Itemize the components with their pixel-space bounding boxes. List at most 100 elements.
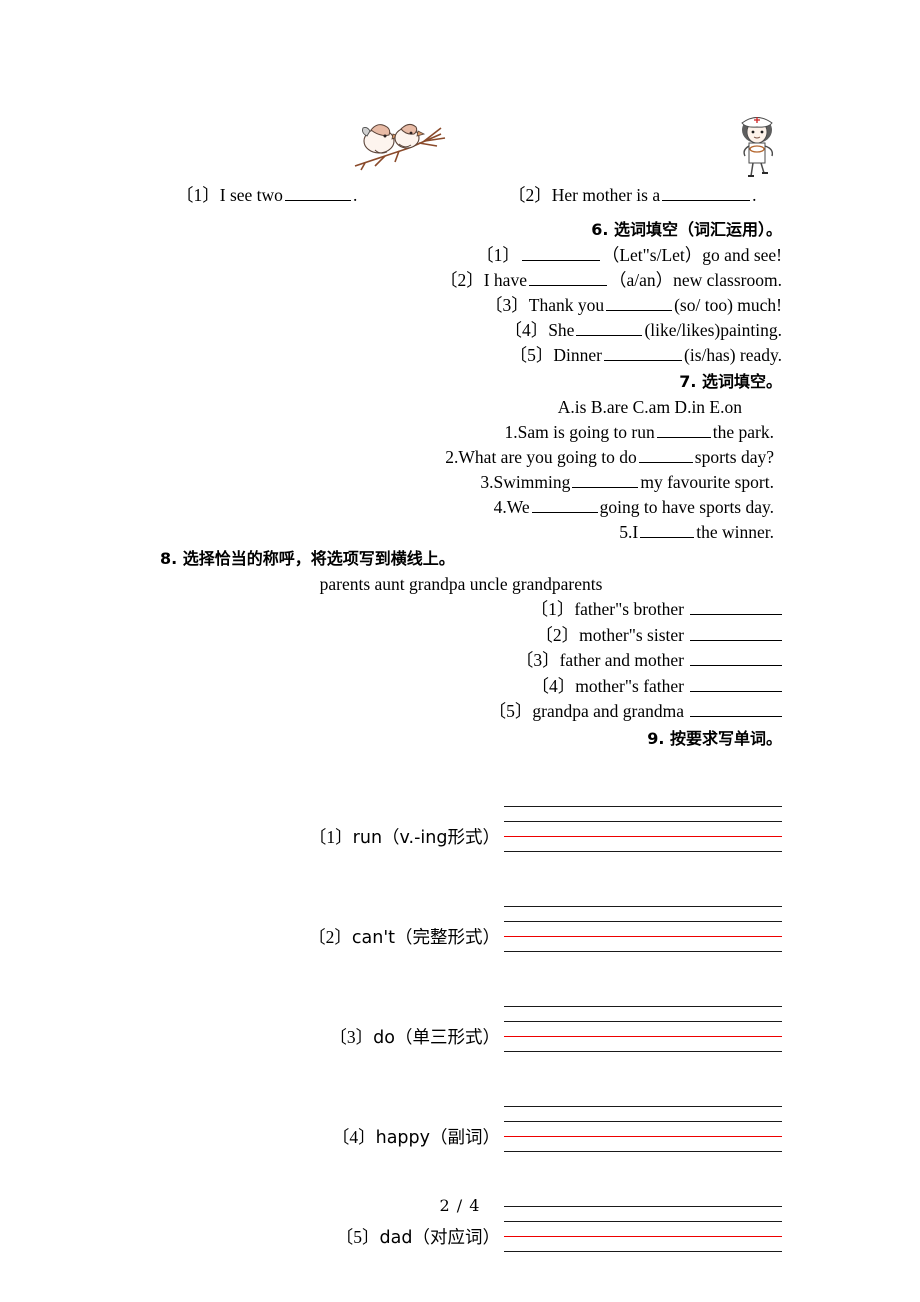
guide-line-bottom bbox=[504, 1250, 782, 1252]
section-9-item-3: 〔3〕do（单三形式） bbox=[140, 952, 782, 1052]
item-number: 〔1〕 bbox=[308, 826, 353, 847]
answer-blank[interactable] bbox=[690, 676, 782, 692]
guide-line-top bbox=[504, 1005, 782, 1007]
section-6-item-4: 〔4〕She (like/likes)painting. bbox=[140, 318, 782, 343]
answer-blank[interactable] bbox=[531, 498, 598, 513]
section-6-item-2: 〔2〕I have （a/an）new classroom. bbox=[140, 268, 782, 293]
section-8-item-2: 〔2〕mother"s sister bbox=[140, 623, 782, 649]
answer-blank[interactable] bbox=[640, 523, 695, 538]
item-text-after: the winner. bbox=[696, 522, 774, 542]
writing-guide-lines[interactable] bbox=[504, 805, 782, 852]
item-text-after: my favourite sport. bbox=[640, 472, 774, 492]
guide-line-red-baseline bbox=[504, 1235, 782, 1237]
section-7-item-3: 3.Swimming my favourite sport. bbox=[140, 470, 782, 495]
writing-guide-lines[interactable] bbox=[504, 905, 782, 952]
item-text: do（单三形式） bbox=[373, 1027, 500, 1048]
writing-guide-lines[interactable] bbox=[504, 1005, 782, 1052]
guide-line-red-baseline bbox=[504, 935, 782, 937]
item-number: 〔3〕 bbox=[515, 650, 560, 670]
section-7-options: A.is B.are C.am D.in E.on bbox=[557, 397, 742, 417]
section-6-item-5: 〔5〕Dinner (is/has) ready. bbox=[140, 343, 782, 368]
section-9-item-2: 〔2〕can't（完整形式） bbox=[140, 852, 782, 952]
item-number: 〔3〕 bbox=[329, 1026, 374, 1047]
item-number: 〔2〕 bbox=[535, 624, 580, 645]
item-text: mother"s sister bbox=[579, 624, 684, 645]
question-suffix: . bbox=[352, 185, 358, 205]
item-text: happy（副词） bbox=[375, 1127, 500, 1148]
page-number: 2 / 4 bbox=[439, 1196, 481, 1215]
section-9-item-1: 〔1〕run（v.-ing形式） bbox=[140, 752, 782, 852]
picture-row bbox=[140, 110, 782, 182]
item-number: 〔2〕 bbox=[439, 270, 484, 290]
question-number: 〔1〕 bbox=[176, 185, 220, 205]
answer-blank[interactable] bbox=[662, 186, 751, 201]
item-text: Thank you bbox=[528, 295, 605, 315]
writing-guide-lines[interactable] bbox=[504, 1105, 782, 1152]
guide-line-top bbox=[504, 905, 782, 907]
item-text: Swimming bbox=[493, 472, 571, 492]
item-text: father"s brother bbox=[574, 599, 684, 619]
answer-blank[interactable] bbox=[572, 473, 639, 488]
item-text: Sam is going to run bbox=[517, 422, 655, 442]
section-8-item-4: 〔4〕mother"s father bbox=[140, 674, 782, 700]
item-number: 〔3〕 bbox=[485, 295, 529, 315]
answer-blank[interactable] bbox=[521, 246, 600, 261]
section-7-item-2: 2.What are you going to do sports day? bbox=[140, 445, 782, 470]
answer-blank[interactable] bbox=[690, 701, 782, 717]
guide-line-top bbox=[504, 805, 782, 807]
section-8-item-1: 〔1〕father"s brother bbox=[140, 597, 782, 623]
item-number: 〔4〕 bbox=[331, 1126, 376, 1147]
section-6-item-3: 〔3〕Thank you (so/ too) much! bbox=[140, 293, 782, 318]
item-text: We bbox=[506, 497, 530, 517]
section-8-item-3: 〔3〕father and mother bbox=[140, 648, 782, 674]
answer-blank[interactable] bbox=[576, 321, 643, 336]
item-text: What are you going to do bbox=[458, 447, 637, 467]
item-text: （Let"s/Let）go and see! bbox=[601, 245, 782, 265]
answer-blank[interactable] bbox=[690, 625, 782, 641]
guide-line-red-baseline bbox=[504, 835, 782, 837]
item-number: 〔5〕 bbox=[335, 1226, 380, 1247]
guide-line-second bbox=[504, 1020, 782, 1022]
item-text: father and mother bbox=[559, 650, 684, 670]
item-number: 〔1〕 bbox=[476, 245, 520, 265]
guide-line-red-baseline bbox=[504, 1135, 782, 1137]
two-birds-on-branch-icon bbox=[354, 123, 446, 171]
guide-line-second bbox=[504, 1120, 782, 1122]
answer-blank[interactable] bbox=[606, 296, 673, 311]
guide-line-second bbox=[504, 820, 782, 822]
item-number: 3. bbox=[480, 472, 494, 492]
guide-line-red-baseline bbox=[504, 1035, 782, 1037]
guide-line-second bbox=[504, 1220, 782, 1222]
section-8-word-bank: parents aunt grandpa uncle grandparents bbox=[319, 574, 603, 594]
answer-blank[interactable] bbox=[528, 271, 607, 286]
question-text: I see two bbox=[219, 185, 283, 205]
item-text-after: （a/an）new classroom. bbox=[608, 270, 782, 290]
top-question-1: 〔1〕I see two. bbox=[176, 182, 357, 208]
item-text: mother"s father bbox=[575, 675, 684, 696]
item-text: She bbox=[548, 320, 575, 340]
item-text-after: (is/has) ready. bbox=[684, 345, 782, 365]
item-number: 〔5〕 bbox=[509, 345, 554, 365]
item-number: 1. bbox=[504, 422, 518, 442]
answer-blank[interactable] bbox=[284, 186, 351, 201]
item-number: 〔2〕 bbox=[308, 926, 352, 947]
section-7-item-4: 4.We going to have sports day. bbox=[140, 495, 782, 520]
top-question-2: 〔2〕Her mother is a. bbox=[508, 182, 757, 208]
guide-line-top bbox=[504, 1105, 782, 1107]
answer-blank[interactable] bbox=[638, 448, 693, 463]
question-text: Her mother is a bbox=[551, 185, 661, 205]
section-8-item-5: 〔5〕grandpa and grandma bbox=[140, 699, 782, 725]
answer-blank[interactable] bbox=[656, 423, 711, 438]
section-9-heading: 9. 按要求写单词。 bbox=[647, 728, 782, 748]
item-text: dad（对应词） bbox=[379, 1227, 500, 1248]
question-suffix: . bbox=[752, 185, 757, 205]
answer-blank[interactable] bbox=[604, 346, 682, 361]
top-question-row: 〔1〕I see two. 〔2〕Her mother is a. bbox=[140, 182, 782, 208]
answer-blank[interactable] bbox=[690, 599, 782, 615]
answer-blank[interactable] bbox=[690, 650, 782, 666]
item-text-after: (so/ too) much! bbox=[674, 295, 782, 315]
item-text: Dinner bbox=[553, 345, 602, 365]
item-text: I bbox=[632, 522, 639, 542]
question-number: 〔2〕 bbox=[508, 185, 552, 205]
item-number: 〔4〕 bbox=[531, 675, 576, 696]
